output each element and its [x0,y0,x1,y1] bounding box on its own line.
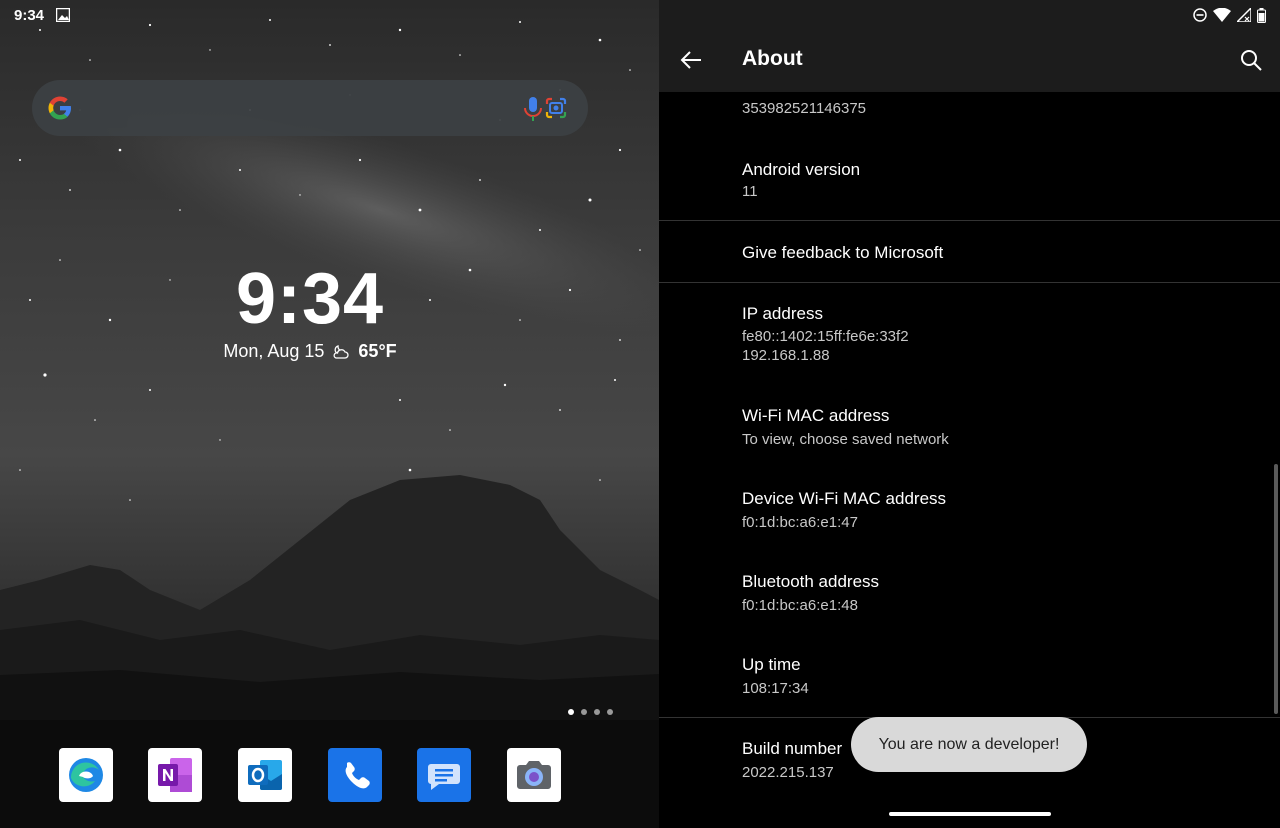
dock-app-outlook[interactable] [238,748,292,802]
up-time-label: Up time [742,655,801,674]
android-version-value: 11 [742,183,758,200]
build-number-value: 2022.215.137 [742,764,834,781]
page-title: About [742,47,803,70]
page-dot-active [568,709,574,715]
list-item-device-wifi-mac[interactable]: Device Wi-Fi MAC address f0:1d:bc:a6:e1:… [659,468,1280,551]
wifi-mac-label: Wi-Fi MAC address [742,406,890,425]
dock-app-phone[interactable] [328,748,382,802]
status-bar-left: 9:34 [14,5,71,25]
battery-icon [1257,7,1266,23]
device-wifi-mac-value: f0:1d:bc:a6:e1:47 [742,514,858,531]
date-text: Mon, Aug 15 [223,341,325,361]
bluetooth-address-label: Bluetooth address [742,572,880,591]
google-logo-icon [48,96,71,120]
edge-icon [59,748,113,802]
mountain-silhouette [0,475,659,730]
android-version-label: Android version [742,160,861,179]
gesture-nav-handle[interactable] [889,812,1051,816]
wifi-mac-value: To view, choose saved network [742,431,949,448]
bluetooth-address-value: f0:1d:bc:a6:e1:48 [742,597,858,614]
list-item-android-version[interactable]: Android version 11 [659,132,1280,220]
list-item-give-feedback[interactable]: Give feedback to Microsoft [659,221,1280,282]
page-dot [581,709,587,715]
camera-icon [507,748,561,802]
page-dot [607,709,613,715]
up-time-value: 108:17:34 [742,680,809,697]
home-screen: 9:34 9:34 Mon, Aug 15 65°F [0,0,659,828]
imei-value: 353982521146375 [742,100,867,117]
back-arrow-icon[interactable] [677,46,705,74]
image-notification-icon [56,8,71,22]
status-bar-right [1193,5,1266,25]
developer-toast: You are now a developer! [851,717,1087,772]
list-item-wifi-mac[interactable]: Wi-Fi MAC address To view, choose saved … [659,385,1280,468]
page-indicator [568,709,613,715]
dock-app-edge[interactable] [59,748,113,802]
temperature-text: 65°F [358,341,397,361]
partly-cloudy-night-icon [333,344,349,359]
outlook-icon [238,748,292,802]
scrollbar[interactable] [1274,464,1278,714]
ip-address-ipv6: fe80::1402:15ff:fe6e:33f2 [742,328,909,345]
onenote-icon [148,748,202,802]
build-number-label: Build number [742,739,843,758]
wifi-icon [1213,8,1231,22]
google-lens-icon[interactable] [544,96,568,120]
settings-about-screen: About 353982521146375 Android version 11… [659,0,1280,828]
list-item-bluetooth-address[interactable]: Bluetooth address f0:1d:bc:a6:e1:48 [659,551,1280,634]
dock-app-camera[interactable] [507,748,561,802]
device-wifi-mac-label: Device Wi-Fi MAC address [742,489,947,508]
cell-signal-icon [1237,8,1251,22]
give-feedback-label: Give feedback to Microsoft [742,243,944,262]
date-weather-line[interactable]: Mon, Aug 15 65°F [0,341,620,362]
home-clock[interactable]: 9:34 [0,258,620,340]
google-search-bar[interactable] [32,80,588,136]
status-time: 9:34 [14,6,45,24]
page-dot [594,709,600,715]
dock-app-messages[interactable] [417,748,471,802]
do-not-disturb-icon [1193,8,1207,22]
messages-icon [417,748,471,802]
app-bar: About [659,0,1280,92]
list-item-up-time[interactable]: Up time 108:17:34 [659,634,1280,717]
voice-search-mic-icon[interactable] [522,96,544,122]
ip-address-label: IP address [742,304,823,323]
phone-icon [328,748,382,802]
list-item-imei[interactable]: 353982521146375 [659,92,1280,132]
search-icon[interactable] [1239,48,1263,72]
dock-app-onenote[interactable] [148,748,202,802]
ip-address-ipv4: 192.168.1.88 [742,347,830,364]
app-dock [0,748,659,802]
list-item-ip-address[interactable]: IP address fe80::1402:15ff:fe6e:33f2 192… [659,283,1280,385]
